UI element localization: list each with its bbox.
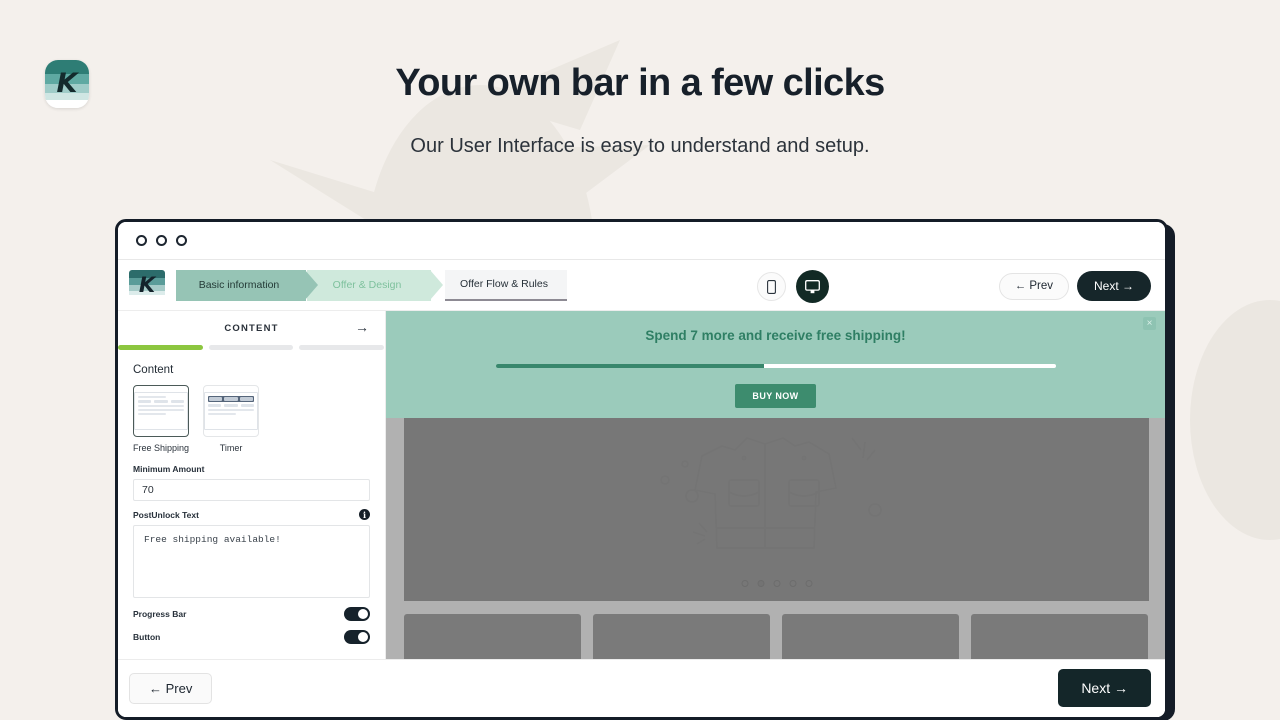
promo-progress-bar bbox=[495, 364, 1056, 368]
hero-banner-image bbox=[404, 418, 1149, 601]
next-button-bottom[interactable]: Next → bbox=[1058, 669, 1151, 707]
app-logo-icon[interactable]: K bbox=[129, 270, 165, 300]
app-window: K Basic information Offer & Design Offer… bbox=[115, 219, 1168, 720]
step-basic-information[interactable]: Basic information bbox=[176, 269, 318, 301]
product-card[interactable] bbox=[971, 614, 1148, 664]
carousel-dots bbox=[741, 580, 812, 587]
sidebar-title: CONTENT bbox=[224, 322, 279, 334]
carousel-dot[interactable] bbox=[773, 580, 780, 587]
promo-message: Spend 7 more and receive free shipping! bbox=[645, 328, 906, 343]
postunlock-text-textarea[interactable]: Free shipping available! bbox=[133, 525, 370, 598]
mobile-preview-button[interactable] bbox=[757, 272, 786, 301]
carousel-dot[interactable] bbox=[741, 580, 748, 587]
desktop-icon bbox=[805, 279, 820, 293]
minimum-amount-label: Minimum Amount bbox=[133, 464, 370, 474]
button-toggle-row: Button bbox=[133, 621, 370, 644]
button-toggle-label: Button bbox=[133, 632, 161, 642]
chevron-right-icon bbox=[430, 269, 443, 300]
timer-thumbnail-icon bbox=[204, 392, 259, 430]
wizard-stepper: Basic information Offer & Design Offer F… bbox=[176, 269, 567, 301]
sidebar-header: CONTENT → bbox=[118, 311, 385, 345]
next-button-top[interactable]: Next → bbox=[1076, 271, 1151, 301]
info-icon[interactable]: i bbox=[359, 509, 370, 520]
field-label-text: PostUnlock Text bbox=[133, 509, 199, 520]
promo-progress-fill bbox=[495, 364, 765, 368]
progress-segment-2 bbox=[208, 345, 294, 350]
arrow-right-icon[interactable]: → bbox=[355, 320, 369, 334]
postunlock-text-label: PostUnlock Text i bbox=[133, 509, 370, 520]
step-offer-and-design[interactable]: Offer & Design bbox=[307, 269, 443, 301]
sidebar-content: Content Free Shipping Timer Minimum Amou… bbox=[118, 350, 385, 644]
close-icon[interactable]: × bbox=[1143, 317, 1156, 330]
window-dot-maximize[interactable] bbox=[176, 235, 187, 246]
product-card[interactable] bbox=[782, 614, 959, 664]
device-preview-toggle bbox=[757, 270, 829, 303]
content-section-label: Content bbox=[133, 364, 174, 376]
button-toggle[interactable] bbox=[344, 630, 370, 644]
progress-segment-1 bbox=[118, 345, 203, 350]
product-card-row bbox=[404, 614, 1148, 664]
step-label: Offer & Design bbox=[332, 279, 402, 291]
product-card[interactable] bbox=[404, 614, 581, 664]
field-label-text: Minimum Amount bbox=[133, 464, 205, 474]
progress-bar-toggle-label: Progress Bar bbox=[133, 609, 187, 619]
minimum-amount-input[interactable]: 70 bbox=[133, 479, 370, 501]
progress-segment-3 bbox=[299, 345, 385, 350]
carousel-dot[interactable] bbox=[805, 580, 812, 587]
page-title: Your own bar in a few clicks bbox=[395, 62, 885, 104]
toolbar-nav-buttons: ← Prev Next → bbox=[998, 271, 1151, 301]
prev-button-top[interactable]: ← Prev bbox=[998, 272, 1069, 300]
step-offer-flow-and-rules[interactable]: Offer Flow & Rules bbox=[445, 269, 567, 301]
chevron-right-icon bbox=[305, 269, 318, 300]
option-label-free-shipping: Free Shipping bbox=[133, 443, 190, 453]
content-type-options: Free Shipping Timer bbox=[133, 385, 370, 453]
window-dot-minimize[interactable] bbox=[156, 235, 167, 246]
shirts-illustration-icon bbox=[659, 437, 882, 549]
sidebar-progress bbox=[118, 345, 385, 350]
window-titlebar bbox=[118, 222, 1165, 260]
product-card[interactable] bbox=[593, 614, 770, 664]
progress-bar-toggle[interactable] bbox=[344, 607, 370, 621]
step-label: Offer Flow & Rules bbox=[460, 278, 548, 290]
app-logo-letter: K bbox=[138, 273, 156, 297]
progress-bar-toggle-row: Progress Bar bbox=[133, 598, 370, 621]
prev-button-bottom[interactable]: ← Prev bbox=[129, 673, 213, 704]
option-label-timer: Timer bbox=[219, 443, 243, 453]
app-footer: ← Prev Next → bbox=[118, 659, 1165, 717]
mobile-icon bbox=[767, 279, 776, 294]
app-toolbar: K Basic information Offer & Design Offer… bbox=[118, 260, 1165, 311]
desktop-preview-button[interactable] bbox=[796, 270, 829, 303]
carousel-dot-active[interactable] bbox=[757, 580, 764, 587]
promo-bar: Spend 7 more and receive free shipping! … bbox=[386, 311, 1165, 418]
option-card-free-shipping[interactable] bbox=[133, 385, 190, 437]
hero-section: K Your own bar in a few clicks Our User … bbox=[0, 0, 1280, 215]
step-label: Basic information bbox=[198, 279, 280, 291]
page-subtitle: Our User Interface is easy to understand… bbox=[410, 135, 870, 157]
buy-now-button[interactable]: BUY NOW bbox=[735, 384, 816, 408]
carousel-dot[interactable] bbox=[789, 580, 796, 587]
free-shipping-thumbnail-icon bbox=[134, 392, 189, 430]
option-card-timer[interactable] bbox=[203, 385, 260, 437]
window-dot-close[interactable] bbox=[136, 235, 147, 246]
